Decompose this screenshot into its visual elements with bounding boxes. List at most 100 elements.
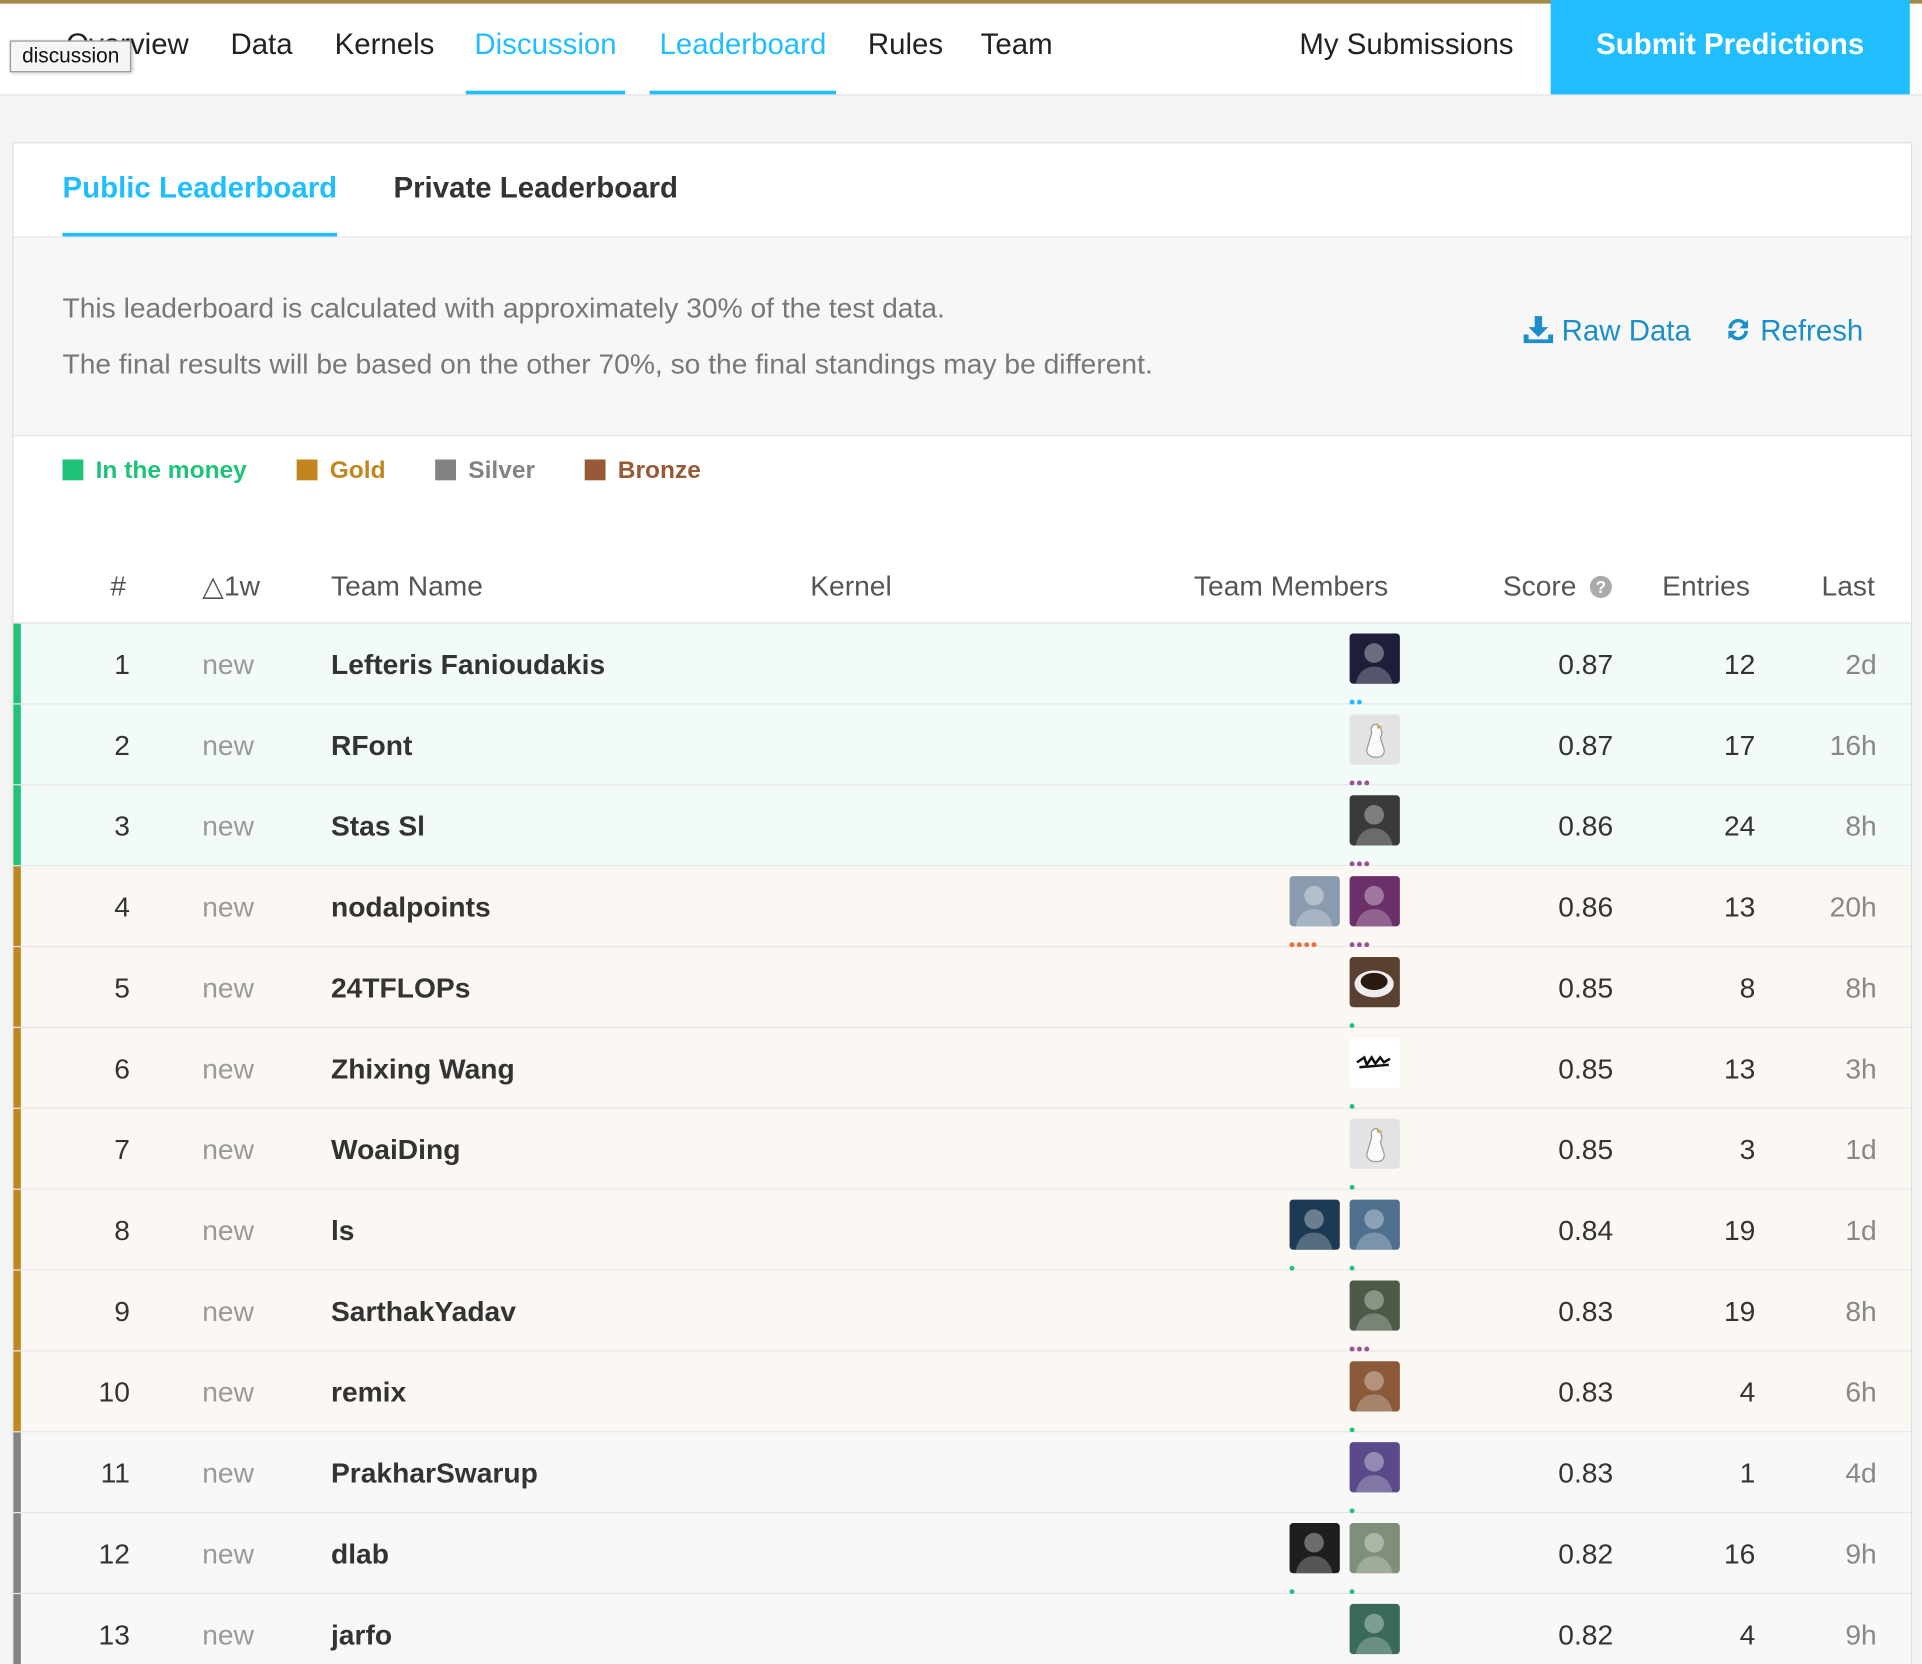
table-row[interactable]: 10 new remix 0.83 4 6h — [13, 1351, 1912, 1433]
avatar-animal[interactable] — [1349, 1361, 1400, 1412]
last-submission: 1d — [1845, 1133, 1877, 1166]
col-team-members: Team Members — [1193, 569, 1389, 602]
table-row[interactable]: 1 new Lefteris Fanioudakis 0.87 12 2d — [13, 623, 1912, 705]
col-score-label: Score — [1502, 569, 1577, 602]
avatar-painting[interactable] — [1289, 876, 1340, 927]
tab-kernels[interactable]: Kernels — [335, 25, 435, 95]
avatar-penguins[interactable] — [1349, 1199, 1400, 1250]
raw-data-label: Raw Data — [1561, 314, 1691, 348]
user-tier-dots — [1349, 1336, 1372, 1352]
tab-data[interactable]: Data — [230, 25, 292, 95]
table-row[interactable]: 3 new Stas Sl 0.86 24 8h — [13, 785, 1912, 867]
avatar-pixel-pirate[interactable] — [1349, 876, 1400, 927]
last-submission: 8h — [1845, 971, 1877, 1004]
raw-data-link[interactable]: Raw Data — [1522, 314, 1691, 349]
svg-text:?: ? — [1596, 577, 1606, 597]
my-submissions-link[interactable]: My Submissions — [1299, 25, 1513, 95]
avatar-portrait[interactable] — [1349, 1523, 1400, 1574]
leaderboard-card: Public Leaderboard Private Leaderboard T… — [12, 142, 1913, 1664]
last-submission: 4d — [1845, 1456, 1877, 1489]
avatar-goose[interactable] — [1349, 714, 1400, 765]
avatar-goose[interactable] — [1349, 1118, 1400, 1169]
col-kernel[interactable]: Kernel — [810, 570, 891, 603]
legend-label: In the money — [95, 457, 247, 484]
table-row[interactable]: 9 new SarthakYadav 0.83 19 8h — [13, 1270, 1912, 1352]
help-icon[interactable]: ? — [1589, 575, 1614, 600]
avatar-dark-figure[interactable] — [1349, 633, 1400, 684]
avatar-hooded[interactable] — [1289, 1199, 1340, 1250]
col-last[interactable]: Last — [1822, 570, 1875, 603]
user-tier-dots — [1289, 1255, 1297, 1271]
tab-private-leaderboard[interactable]: Private Leaderboard — [393, 170, 678, 236]
table-row[interactable]: 6 new Zhixing Wang 0.85 13 3h — [13, 1028, 1912, 1109]
user-tier-dots — [1349, 1093, 1357, 1109]
legend-silver: Silver — [435, 457, 535, 485]
table-row[interactable]: 7 new WoaiDing 0.85 3 1d — [13, 1108, 1912, 1190]
user-tier-dots — [1349, 1497, 1357, 1514]
last-submission: 9h — [1845, 1618, 1877, 1651]
avatar-coffee[interactable] — [1349, 956, 1400, 1008]
avatar-suit[interactable] — [1289, 1523, 1340, 1574]
col-delta[interactable]: △1w — [202, 570, 260, 603]
col-entries[interactable]: Entries — [1662, 570, 1750, 603]
user-tier-dots — [1349, 1255, 1357, 1271]
legend-swatch — [584, 459, 606, 481]
col-rank[interactable]: # — [110, 570, 126, 603]
table-row[interactable]: 13 new jarfo 0.82 4 9h — [13, 1594, 1912, 1664]
table-row[interactable]: 11 new PrakharSwarup 0.83 1 4d — [13, 1432, 1912, 1514]
user-tier-dots — [1349, 1012, 1357, 1029]
col-team-name[interactable]: Team Name — [331, 570, 483, 603]
col-score[interactable]: Score ? — [1503, 570, 1614, 603]
user-tier-dots — [1350, 1659, 1387, 1664]
legend-swatch — [62, 459, 84, 481]
user-tier-dots — [1349, 1578, 1357, 1595]
legend-in-the-money: In the money — [62, 457, 247, 485]
table-row[interactable]: 5 new 24TFLOPs 0.85 8 8h — [13, 947, 1912, 1029]
last-submission: 9h — [1845, 1537, 1877, 1570]
legend-label: Bronze — [617, 457, 701, 484]
last-submission: 8h — [1845, 1295, 1877, 1327]
tooltip: discussion — [9, 40, 132, 73]
refresh-link[interactable]: Refresh — [1723, 315, 1863, 349]
competition-nav: Overview Data Kernels Discussion Leaderb… — [0, 0, 1922, 96]
legend-gold: Gold — [296, 457, 386, 485]
legend-label: Silver — [468, 457, 536, 484]
last-submission: 16h — [1829, 729, 1877, 761]
user-tier-dots — [1349, 850, 1372, 867]
refresh-label: Refresh — [1760, 314, 1864, 348]
submit-predictions-button[interactable]: Submit Predictions — [1550, 0, 1910, 95]
avatar-portrait[interactable] — [1349, 1603, 1400, 1655]
tab-discussion[interactable]: Discussion — [465, 25, 626, 95]
table-row[interactable]: 8 new ls 0.84 19 1d — [13, 1189, 1912, 1271]
info-line-2: The final results will be based on the o… — [62, 347, 1153, 380]
user-tier-dots — [1289, 1578, 1297, 1595]
table-row[interactable]: 12 new dlab 0.82 16 9h — [13, 1513, 1912, 1595]
legend-bronze: Bronze — [584, 457, 701, 485]
avatar-portrait[interactable] — [1349, 1442, 1400, 1493]
user-tier-dots — [1289, 931, 1319, 948]
tab-team[interactable]: Team — [981, 25, 1053, 95]
user-tier-dots — [1349, 931, 1372, 948]
tab-leaderboard[interactable]: Leaderboard — [649, 25, 837, 95]
tab-rules[interactable]: Rules — [868, 25, 943, 95]
user-tier-dots — [1349, 1416, 1357, 1433]
avatar-calligraphy[interactable] — [1349, 1037, 1400, 1089]
table-row[interactable]: 2 new RFont 0.87 17 16h — [13, 704, 1912, 786]
last-submission: 8h — [1845, 809, 1877, 842]
last-submission: 20h — [1829, 890, 1877, 923]
table-row[interactable]: 4 new nodalpoints 0.86 13 20h — [13, 866, 1912, 948]
legend-label: Gold — [329, 457, 386, 484]
last-submission: 2d — [1845, 648, 1877, 681]
user-tier-dots — [1349, 689, 1365, 705]
avatar-portrait[interactable] — [1349, 1280, 1400, 1331]
avatar-portrait[interactable] — [1349, 795, 1400, 846]
last-submission: 6h — [1845, 1376, 1877, 1408]
tab-public-leaderboard[interactable]: Public Leaderboard — [62, 170, 338, 237]
last-submission: 1d — [1845, 1214, 1877, 1247]
info-line-1: This leaderboard is calculated with appr… — [62, 291, 945, 324]
table-header: # △1w Team Name Kernel Team Members Scor… — [13, 560, 1912, 624]
user-tier-dots — [1349, 1174, 1357, 1190]
refresh-icon — [1728, 318, 1748, 341]
download-icon — [1523, 316, 1554, 344]
page: Overview Data Kernels Discussion Leaderb… — [0, 0, 1922, 1664]
